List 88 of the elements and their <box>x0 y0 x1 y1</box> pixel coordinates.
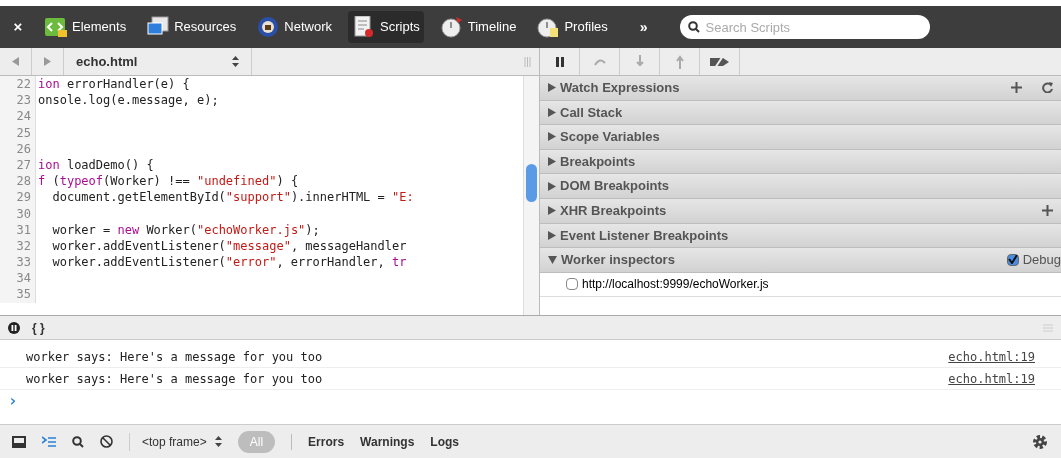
section-header[interactable]: Worker inspectors Debug <box>540 248 1061 273</box>
worker-checkbox[interactable] <box>566 278 578 291</box>
stopwatch-icon <box>536 16 561 38</box>
console-message: worker says: Here's a message for you too <box>26 370 324 388</box>
step-out-icon <box>675 54 684 69</box>
line-number: 26 <box>15 140 31 157</box>
line-number: 35 <box>15 286 31 303</box>
collapsed-triangle-icon <box>548 157 556 167</box>
collapsed-triangle-icon <box>548 181 556 191</box>
pause-circle-icon[interactable] <box>8 321 20 334</box>
split-handle-icon[interactable] <box>524 56 531 67</box>
collapsed-triangle-icon <box>548 206 556 216</box>
panel-tab[interactable]: Timeline <box>435 11 521 43</box>
globe-icon <box>256 16 281 38</box>
line-number: 31 <box>15 221 31 238</box>
code-line: ion errorHandler(e) { <box>38 76 191 93</box>
collapsed-triangle-icon <box>548 83 556 93</box>
add-icon[interactable] <box>1011 82 1022 94</box>
dock-window-icon[interactable] <box>12 435 26 448</box>
search-icon[interactable] <box>72 435 84 448</box>
console-prompt[interactable]: › <box>0 390 1061 412</box>
section-header[interactable]: Watch Expressions <box>540 76 1061 101</box>
filter-button[interactable]: Warnings <box>360 432 415 451</box>
stopwatch-icon <box>439 16 464 38</box>
section-header[interactable]: Scope Variables <box>540 125 1061 150</box>
file-dropdown[interactable]: echo.html <box>64 48 252 75</box>
code-line: f (typeof(Worker) !== "undefined") { <box>38 173 300 190</box>
settings-icon[interactable] <box>1031 432 1049 451</box>
pretty-print-button[interactable]: { } <box>32 318 45 337</box>
code-line: document.getElementById("support").innerHTML = "E: <box>51 189 415 206</box>
section-header[interactable]: Event Listener Breakpoints <box>540 223 1061 249</box>
line-number: 32 <box>15 237 31 255</box>
section-header[interactable]: XHR Breakpoints <box>540 198 1061 224</box>
panel-tab[interactable]: Resources <box>142 11 241 43</box>
line-number: 33 <box>15 254 31 271</box>
source-link[interactable]: echo.html:19 <box>948 369 1035 388</box>
code-tag-icon <box>44 16 68 38</box>
refresh-icon[interactable] <box>1042 82 1053 94</box>
panel-tab[interactable]: Elements <box>40 11 131 43</box>
filter-button[interactable]: Errors <box>308 432 345 451</box>
line-number: 25 <box>15 124 31 141</box>
filter-button[interactable]: Logs <box>430 432 459 451</box>
frame-dropdown[interactable]: <top frame> <box>129 432 222 451</box>
line-number: 29 <box>15 189 31 206</box>
breakpoint-slash-icon <box>708 55 731 68</box>
code-line: worker = new Worker("echoWorker.js"); <box>51 221 321 238</box>
line-number: 27 <box>15 156 31 174</box>
line-number: 34 <box>15 270 31 287</box>
line-number: 24 <box>15 108 31 125</box>
windows-icon <box>146 16 171 38</box>
section-header[interactable]: DOM Breakpoints <box>540 174 1061 199</box>
close-button[interactable]: × <box>8 15 28 39</box>
code-line: ion loadDemo() { <box>38 156 155 174</box>
dropdown-arrows-icon <box>232 56 239 67</box>
debug-checkbox[interactable] <box>1006 253 1019 266</box>
line-number: 28 <box>15 173 31 190</box>
checkbox-label: Debug <box>1022 251 1061 270</box>
expanded-triangle-icon <box>548 255 557 264</box>
search-field[interactable]: Search Scripts <box>679 15 930 39</box>
back-arrow-icon <box>12 57 19 66</box>
step-into-icon <box>635 54 644 69</box>
collapsed-triangle-icon <box>548 230 556 240</box>
pause-icon <box>555 56 564 67</box>
worker-url: http://localhost:9999/echoWorker.js <box>582 276 769 294</box>
scrollbar-thumb[interactable] <box>526 164 537 202</box>
console-message: worker says: Here's a message for you too <box>26 348 324 366</box>
line-number: 22 <box>15 76 31 93</box>
section-header[interactable]: Call Stack <box>540 100 1061 126</box>
panel-tab[interactable]: Profiles <box>532 11 612 43</box>
code-line: worker.addEventListener("error", errorHandler, tr <box>51 254 408 271</box>
forward-arrow-icon <box>44 57 51 66</box>
code-line: onsole.log(e.message, e); <box>38 92 220 109</box>
clear-icon[interactable] <box>100 435 113 448</box>
code-line: worker.addEventListener("message", messageHandler <box>51 237 408 255</box>
line-number: 30 <box>15 205 31 222</box>
section-header[interactable]: Breakpoints <box>540 149 1061 175</box>
collapsed-triangle-icon <box>548 132 556 142</box>
overflow-button[interactable]: » <box>639 16 648 38</box>
dropdown-arrows-icon <box>214 436 222 447</box>
console-list-icon[interactable] <box>42 435 56 448</box>
line-number: 23 <box>15 92 31 109</box>
add-icon[interactable] <box>1042 205 1053 217</box>
panel-tab[interactable]: Network <box>252 11 337 43</box>
step-over-icon <box>592 56 607 67</box>
panel-tab[interactable]: Scripts <box>348 11 424 43</box>
collapsed-triangle-icon <box>548 107 556 117</box>
vertical-scrollbar[interactable] <box>523 76 539 315</box>
source-link[interactable]: echo.html:19 <box>948 347 1035 366</box>
